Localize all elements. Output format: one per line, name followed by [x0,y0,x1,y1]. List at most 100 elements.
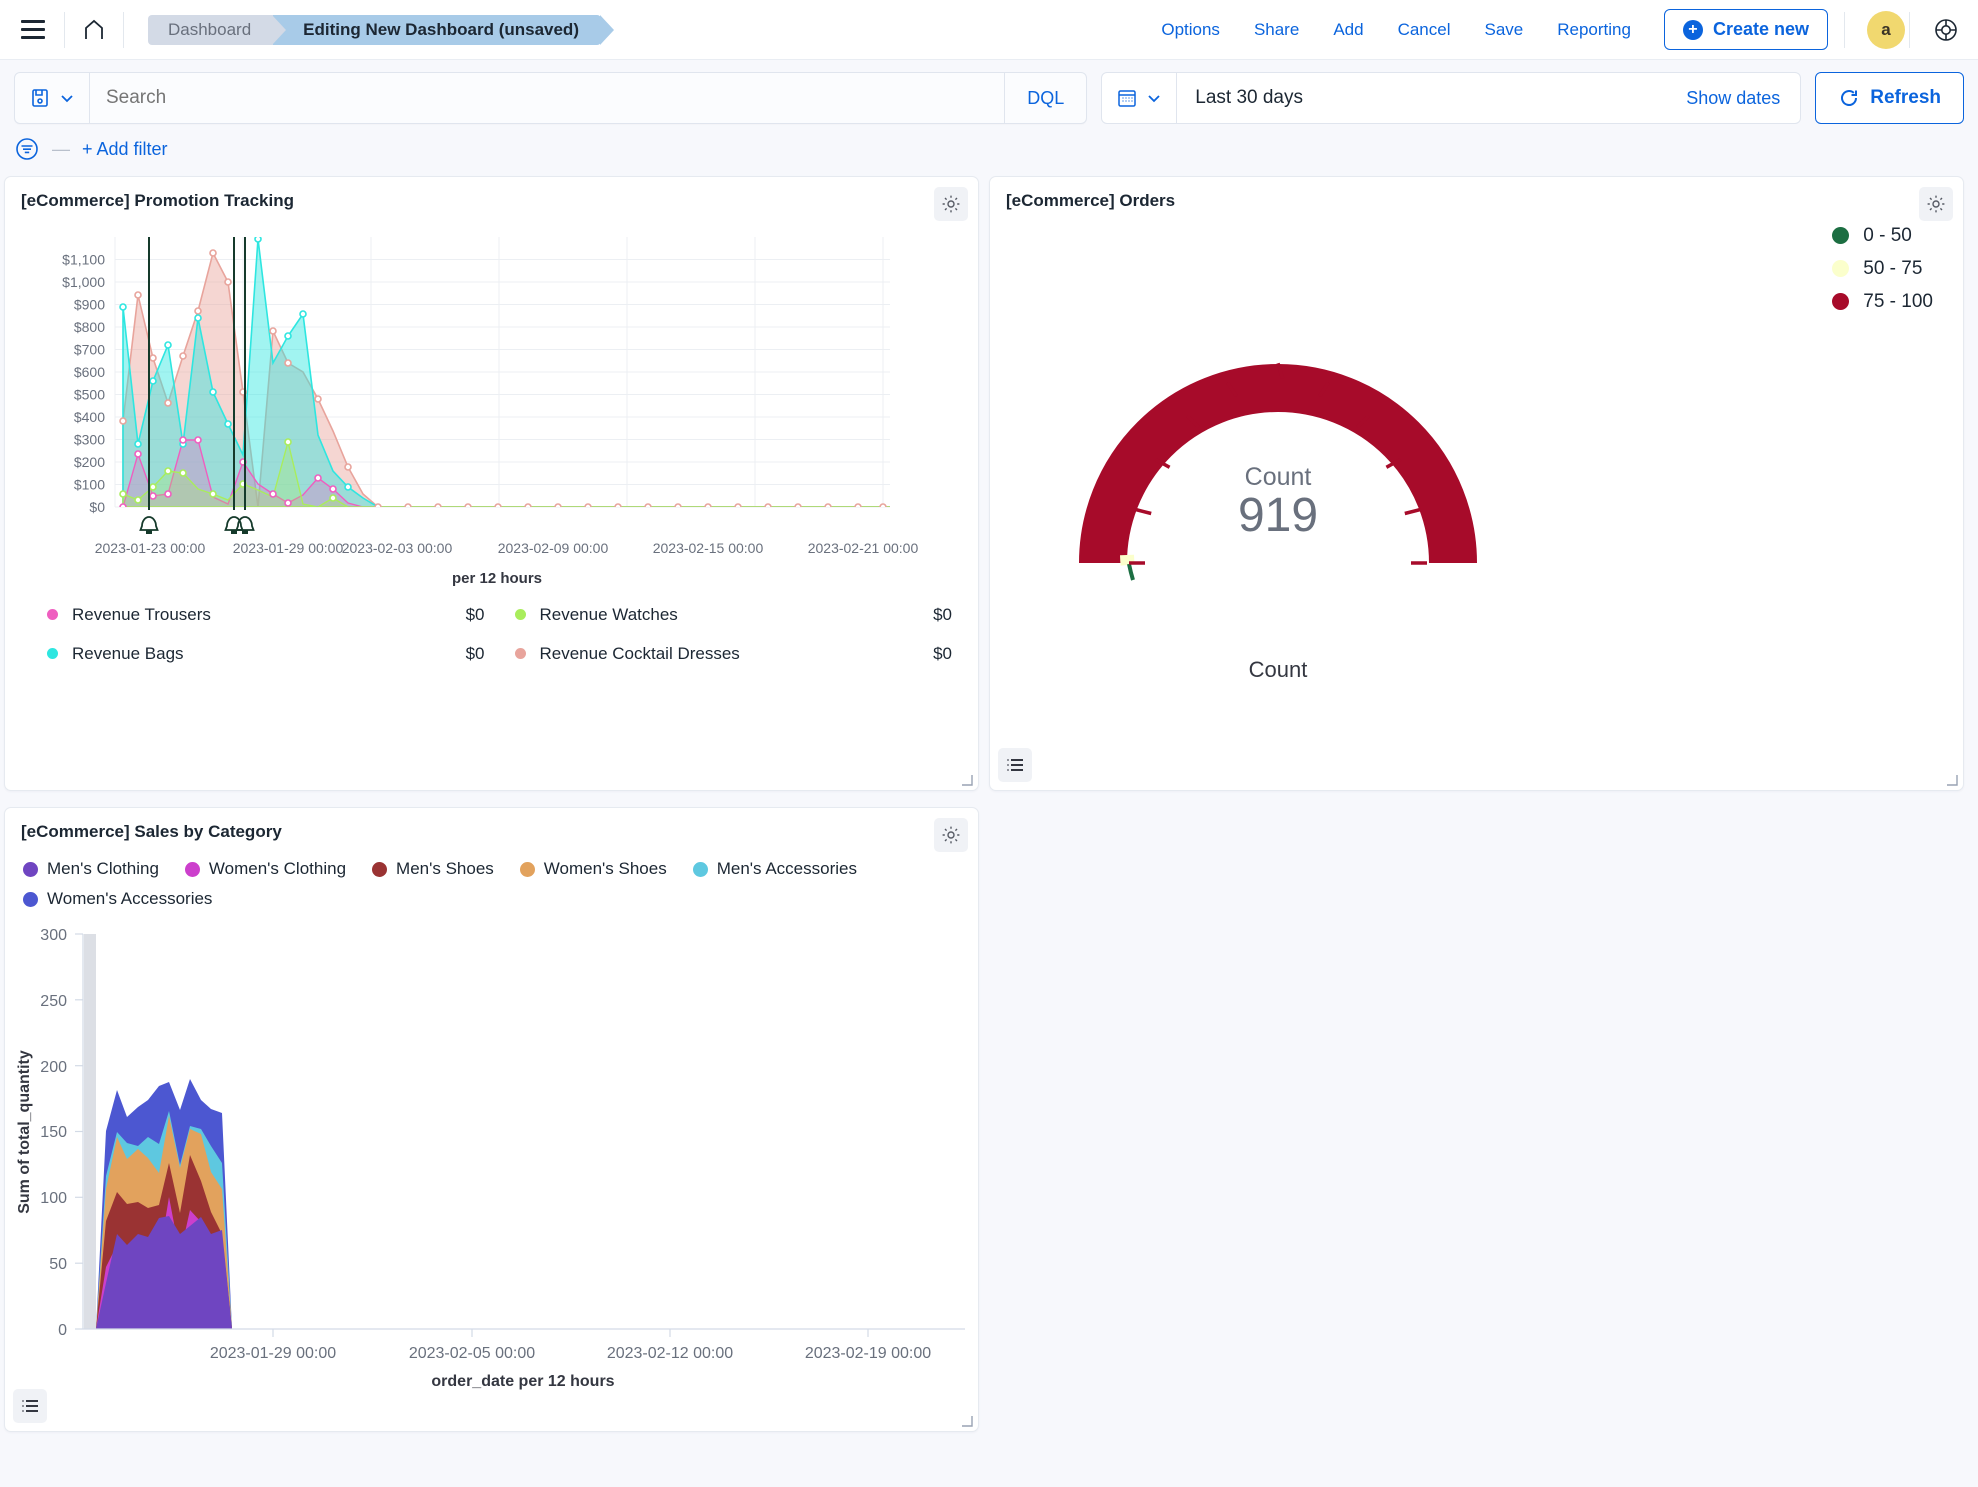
legend-item[interactable]: Men's Clothing [23,854,159,884]
chevron-down-icon [1146,90,1162,106]
legend-color-dot [23,862,38,877]
legend-value: $0 [933,605,952,625]
svg-text:2023-02-05 00:00: 2023-02-05 00:00 [409,1345,535,1362]
promotion-legend: Revenue Trousers $0 Revenue Watches $0 R… [5,595,978,673]
svg-text:2023-02-21 00:00: 2023-02-21 00:00 [808,540,919,556]
svg-text:$800: $800 [74,319,105,335]
legend-item[interactable]: Revenue Bags $0 [47,634,485,673]
gauge-band-50-75 [1127,555,1128,565]
svg-text:150: 150 [40,1124,67,1141]
legend-item[interactable]: Women's Clothing [185,854,346,884]
cancel-button[interactable]: Cancel [1381,20,1468,40]
chart-series-area [120,236,905,510]
legend-item[interactable]: Revenue Cocktail Dresses $0 [515,634,953,673]
date-range-value[interactable]: Last 30 days [1177,87,1686,109]
legend-item[interactable]: 75 - 100 [1832,285,1933,318]
legend-item[interactable]: Revenue Watches $0 [515,595,953,634]
query-bar: DQL Last 30 days Show dates Refresh [0,60,1978,124]
svg-text:2023-02-12 00:00: 2023-02-12 00:00 [607,1345,733,1362]
reporting-button[interactable]: Reporting [1540,20,1648,40]
svg-text:250: 250 [40,993,67,1010]
legend-color-dot [515,648,526,659]
svg-text:0: 0 [58,1322,67,1339]
y-axis-labels: 300 250 200 150 100 50 0 [40,927,67,1339]
legend-label: 50 - 75 [1863,258,1922,280]
top-navigation: Dashboard Editing New Dashboard (unsaved… [0,0,1978,60]
legend-label: Women's Shoes [544,859,667,879]
x-axis-line [83,1329,965,1337]
panel-sales-by-category: [eCommerce] Sales by Category Men's Clot… [4,807,979,1432]
calendar-icon [1116,87,1138,109]
legend-value: $0 [933,644,952,664]
legend-value: $0 [466,605,485,625]
legend-item[interactable]: Men's Accessories [693,854,857,884]
legend-label: Men's Clothing [47,859,159,879]
share-button[interactable]: Share [1237,20,1316,40]
svg-text:$300: $300 [74,432,105,448]
legend-item[interactable]: Women's Accessories [23,884,962,914]
gear-icon[interactable] [1919,187,1953,221]
gauge-metric-label: Count [1245,463,1312,491]
promotion-tracking-chart: $0 $100 $200 $300 $400 $500 $600 $700 $8… [5,215,979,595]
legend-item[interactable]: Women's Shoes [520,854,667,884]
list-icon[interactable] [13,1389,47,1423]
avatar[interactable]: a [1867,11,1905,49]
svg-text:$400: $400 [74,409,105,425]
nav-divider-4 [1909,12,1910,48]
filter-icon[interactable] [14,136,40,162]
legend-item[interactable]: 0 - 50 [1832,219,1933,252]
legend-color-dot [693,862,708,877]
list-icon[interactable] [998,748,1032,782]
legend-color-dot [47,648,58,659]
date-picker: Last 30 days Show dates [1101,72,1801,124]
legend-item[interactable]: Men's Shoes [372,854,494,884]
save-button[interactable]: Save [1467,20,1540,40]
legend-item[interactable]: 50 - 75 [1832,252,1933,285]
breadcrumb: Dashboard Editing New Dashboard (unsaved… [148,15,601,45]
show-dates-button[interactable]: Show dates [1686,88,1800,109]
svg-text:100: 100 [40,1190,67,1207]
breadcrumb-editing[interactable]: Editing New Dashboard (unsaved) [273,15,601,45]
legend-color-dot [1832,293,1849,310]
chart-edge-shadow [84,934,96,1329]
panel-orders: [eCommerce] Orders 0 - 50 50 - 75 75 - 1… [989,176,1964,791]
svg-text:2023-02-09 00:00: 2023-02-09 00:00 [498,540,609,556]
save-icon [29,87,51,109]
legend-label: Revenue Bags [72,644,466,664]
panel-resize-handle[interactable] [1944,772,1958,786]
calendar-dropdown-button[interactable] [1102,73,1177,123]
svg-text:$200: $200 [74,454,105,470]
legend-label: 75 - 100 [1863,291,1933,313]
saved-query-button[interactable] [15,73,90,123]
panel-resize-handle[interactable] [959,772,973,786]
svg-text:$0: $0 [89,499,105,515]
panel-title: [eCommerce] Promotion Tracking [5,177,978,215]
search-input[interactable] [90,87,1004,109]
svg-text:$100: $100 [74,477,105,493]
nav-divider-2 [123,12,124,48]
svg-text:2023-02-03 00:00: 2023-02-03 00:00 [342,540,453,556]
svg-text:2023-02-15 00:00: 2023-02-15 00:00 [653,540,764,556]
gear-icon[interactable] [934,818,968,852]
legend-color-dot [520,862,535,877]
legend-label: 0 - 50 [1863,225,1912,247]
options-button[interactable]: Options [1144,20,1237,40]
x-axis-title: order_date per 12 hours [431,1373,614,1390]
create-new-button[interactable]: + Create new [1664,9,1828,50]
help-icon[interactable] [1932,16,1960,44]
gear-icon[interactable] [934,187,968,221]
svg-text:200: 200 [40,1059,67,1076]
legend-item[interactable]: Revenue Trousers $0 [47,595,485,634]
refresh-button[interactable]: Refresh [1815,72,1964,124]
svg-text:$1,000: $1,000 [62,274,105,290]
panel-resize-handle[interactable] [959,1413,973,1427]
query-language-button[interactable]: DQL [1004,73,1086,123]
chart-stacked-areas [96,1079,232,1329]
legend-color-dot [47,609,58,620]
add-button[interactable]: Add [1316,20,1380,40]
breadcrumb-dashboard[interactable]: Dashboard [148,15,273,45]
add-filter-button[interactable]: + Add filter [82,139,168,160]
filter-bar: — + Add filter [0,124,1978,172]
hamburger-icon[interactable] [16,13,50,47]
home-icon[interactable] [79,15,109,45]
